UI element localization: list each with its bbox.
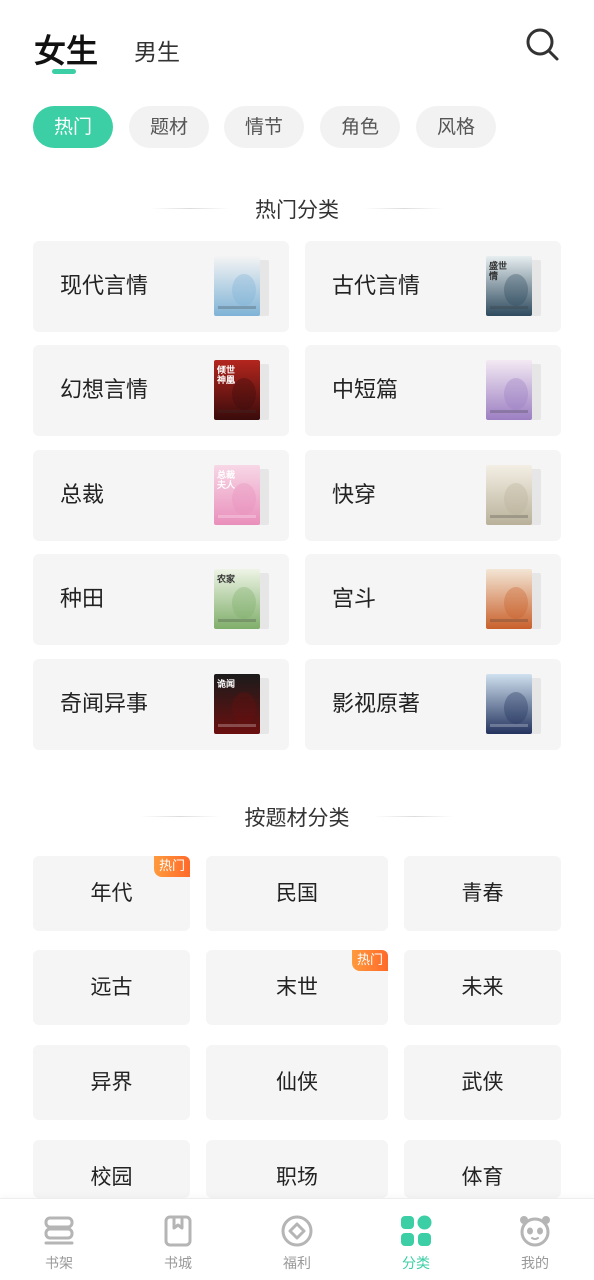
chip-plot[interactable]: 情节	[224, 106, 304, 148]
theme-category-card[interactable]: 武侠	[404, 1045, 561, 1120]
book-cover-thumbnail	[486, 569, 532, 629]
nav-profile[interactable]: 我的	[476, 1199, 594, 1280]
book-cover-thumbnail: 诡闻	[214, 674, 260, 734]
hot-category-card[interactable]: 中短篇	[305, 345, 561, 436]
nav-label: 书城	[164, 1256, 192, 1272]
chip-hot[interactable]: 热门	[33, 106, 113, 148]
nav-rewards[interactable]: 福利	[238, 1199, 356, 1280]
theme-category-label: 民国	[276, 881, 318, 905]
book-cover-thumbnail: 盛世情	[486, 256, 532, 316]
hot-category-label: 中短篇	[332, 378, 399, 403]
nav-label: 福利	[283, 1256, 311, 1272]
theme-category-label: 青春	[461, 881, 504, 905]
nav-label: 分类	[402, 1256, 430, 1272]
bottom-navigation: 书架 书城 福利 分类 我的	[0, 1198, 594, 1280]
theme-category-label: 远古	[90, 975, 133, 999]
hot-category-card[interactable]: 现代言情	[33, 241, 289, 332]
cover-title-text: 盛世情	[489, 262, 508, 282]
theme-category-card[interactable]: 年代 热门	[33, 856, 190, 931]
tab-male[interactable]: 男生	[134, 33, 180, 67]
category-icon	[398, 1213, 434, 1249]
hot-category-card[interactable]: 古代言情 盛世情	[305, 241, 561, 332]
theme-category-card[interactable]: 民国	[206, 856, 388, 931]
active-tab-indicator	[52, 69, 76, 74]
rewards-icon	[279, 1213, 315, 1249]
hot-category-card[interactable]: 宫斗	[305, 554, 561, 645]
theme-section-title: 按题材分类	[0, 802, 594, 832]
hot-category-label: 影视原著	[332, 692, 421, 717]
hot-badge: 热门	[351, 950, 388, 971]
book-cover-thumbnail	[214, 256, 260, 316]
search-icon[interactable]	[524, 26, 560, 62]
hot-section-title-text: 热门分类	[255, 198, 339, 222]
book-cover-thumbnail: 农家	[214, 569, 260, 629]
nav-bookstore[interactable]: 书城	[119, 1199, 237, 1280]
book-cover-thumbnail: 倾世神凰	[214, 360, 260, 420]
theme-category-label: 异界	[90, 1070, 133, 1094]
hot-category-label: 幻想言情	[60, 378, 149, 403]
profile-icon	[517, 1213, 553, 1249]
chip-theme[interactable]: 题材	[129, 106, 209, 148]
cover-title-text: 倾世神凰	[217, 366, 236, 386]
hot-category-card[interactable]: 幻想言情 倾世神凰	[33, 345, 289, 436]
hot-category-card[interactable]: 奇闻异事 诡闻	[33, 659, 289, 750]
theme-category-card[interactable]: 校园	[33, 1140, 190, 1198]
nav-bookshelf[interactable]: 书架	[0, 1199, 118, 1280]
theme-category-label: 武侠	[461, 1070, 504, 1094]
book-cover-thumbnail	[486, 465, 532, 525]
nav-label: 书架	[45, 1256, 73, 1272]
hot-badge: 热门	[153, 856, 190, 877]
chip-style[interactable]: 风格	[416, 106, 496, 148]
hot-section-title: 热门分类	[0, 194, 594, 224]
theme-category-card[interactable]: 未来	[404, 950, 561, 1025]
tab-female[interactable]: 女生	[34, 26, 98, 72]
hot-category-card[interactable]: 总裁 总裁夫人	[33, 450, 289, 541]
theme-category-label: 仙侠	[276, 1070, 318, 1094]
theme-category-card[interactable]: 远古	[33, 950, 190, 1025]
hot-category-card[interactable]: 快穿	[305, 450, 561, 541]
theme-category-card[interactable]: 职场	[206, 1140, 388, 1198]
hot-category-label: 快穿	[332, 483, 377, 508]
cover-title-text: 诡闻	[217, 680, 236, 690]
book-cover-thumbnail: 总裁夫人	[214, 465, 260, 525]
theme-category-card[interactable]: 体育	[404, 1140, 561, 1198]
bookshelf-icon	[41, 1213, 77, 1249]
theme-category-card[interactable]: 青春	[404, 856, 561, 931]
bookstore-icon	[160, 1213, 196, 1249]
hot-category-label: 古代言情	[332, 274, 421, 299]
hot-category-label: 宫斗	[332, 587, 377, 612]
theme-section-title-text: 按题材分类	[244, 806, 350, 830]
theme-category-card[interactable]: 末世 热门	[206, 950, 388, 1025]
theme-category-label: 未来	[461, 975, 504, 999]
book-cover-thumbnail	[486, 674, 532, 734]
book-cover-thumbnail	[486, 360, 532, 420]
hot-category-label: 奇闻异事	[60, 692, 149, 717]
cover-title-text: 总裁夫人	[217, 471, 236, 491]
hot-category-label: 种田	[60, 587, 105, 612]
hot-category-label: 现代言情	[60, 274, 149, 299]
nav-label: 我的	[521, 1256, 549, 1272]
hot-category-card[interactable]: 种田 农家	[33, 554, 289, 645]
theme-category-card[interactable]: 异界	[33, 1045, 190, 1120]
hot-category-card[interactable]: 影视原著	[305, 659, 561, 750]
chip-role[interactable]: 角色	[320, 106, 400, 148]
hot-category-label: 总裁	[60, 483, 105, 508]
nav-category[interactable]: 分类	[357, 1199, 475, 1280]
cover-title-text: 农家	[217, 575, 236, 585]
theme-category-card[interactable]: 仙侠	[206, 1045, 388, 1120]
